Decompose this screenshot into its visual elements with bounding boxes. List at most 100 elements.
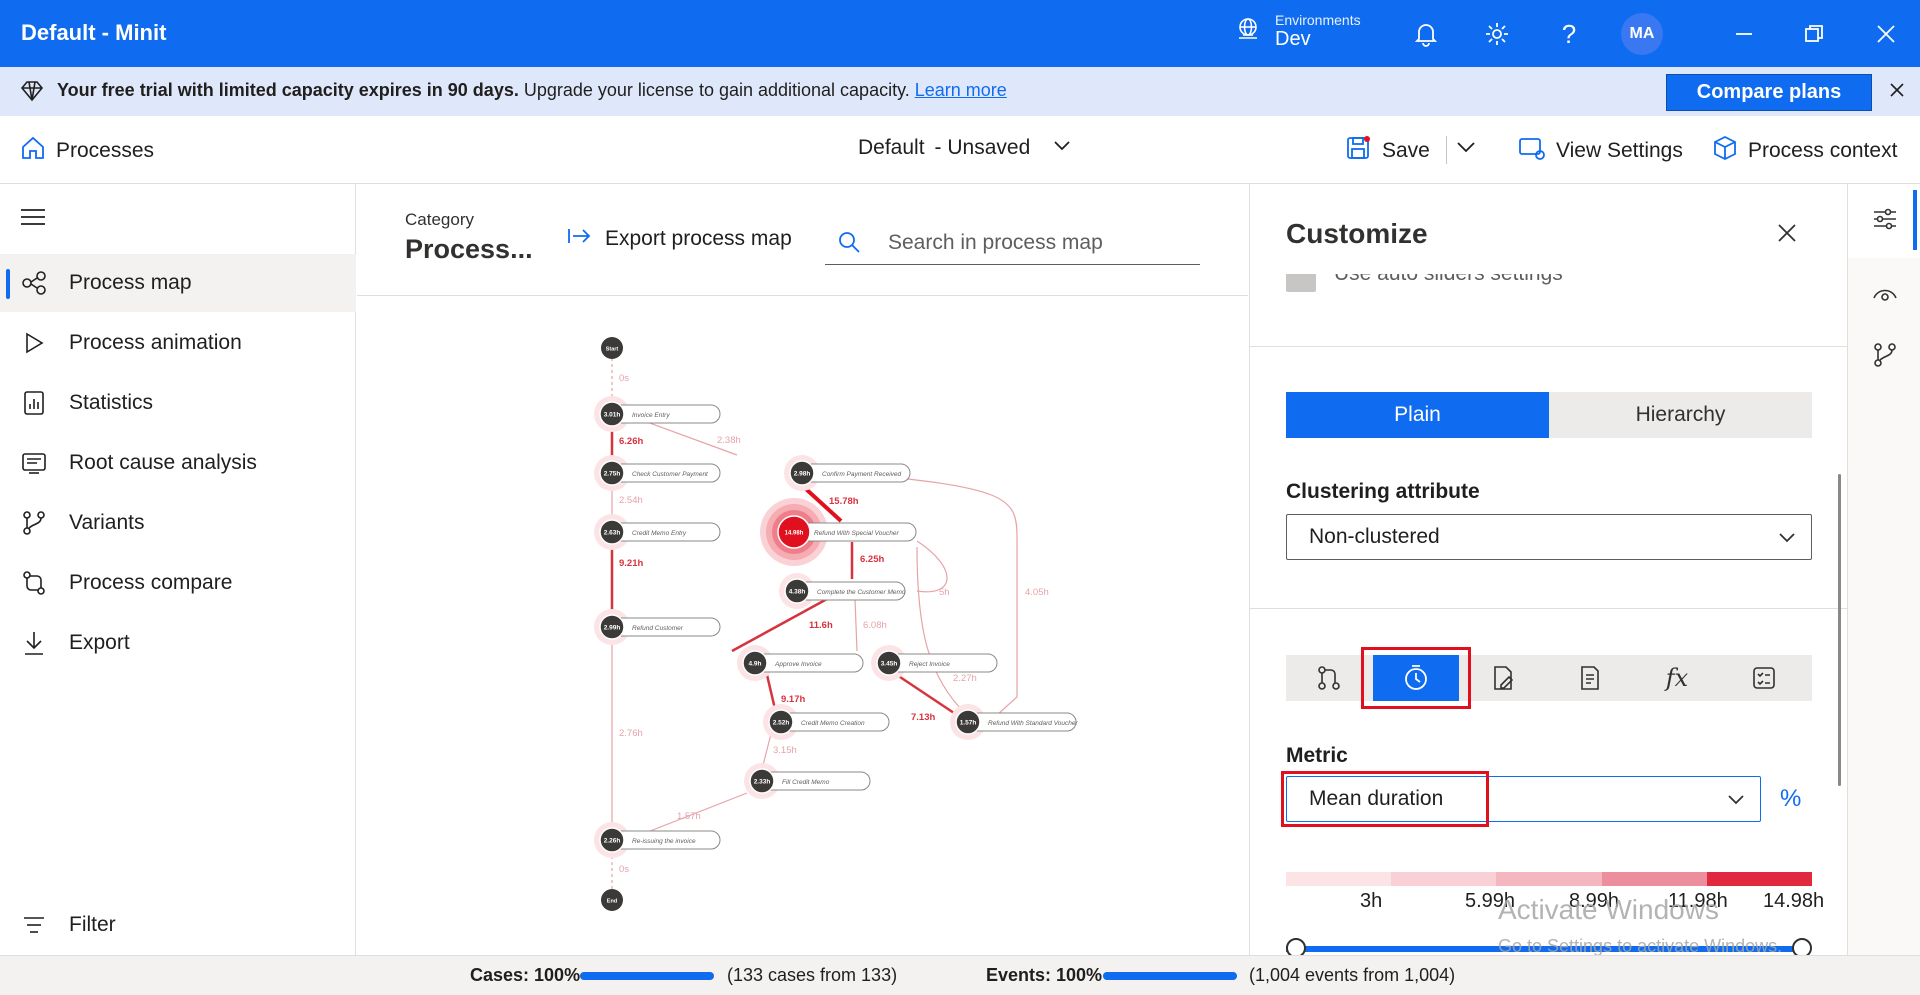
filter-button[interactable]: Filter — [0, 896, 356, 954]
compare-plans-button[interactable]: Compare plans — [1666, 74, 1872, 111]
category-label: Category — [405, 210, 474, 229]
sidebar-item-label: Process animation — [69, 331, 242, 354]
cases-label: Cases: 100% — [470, 965, 581, 985]
close-panel-icon[interactable] — [1776, 222, 1798, 249]
checklist-icon[interactable] — [1721, 655, 1807, 701]
sidebar-item-root-cause-analysis[interactable]: Root cause analysis — [0, 434, 356, 492]
edge-duration-label: 6.26h — [619, 436, 643, 447]
activity-duration-value: 2.63h — [604, 530, 621, 537]
highlight-box — [1361, 647, 1471, 709]
right-rail — [1847, 184, 1920, 955]
export-label: Export process map — [605, 227, 792, 250]
main-content: Category Process... Export process map S… — [357, 184, 1248, 955]
view-settings-button[interactable]: View Settings — [1518, 135, 1683, 167]
activity-duration-value: 3.45h — [881, 661, 898, 668]
variants-icon[interactable] — [1872, 342, 1898, 373]
search-icon — [837, 230, 861, 259]
active-indicator — [1913, 190, 1917, 250]
restore-icon[interactable] — [1798, 18, 1830, 50]
tab-plain[interactable]: Plain — [1286, 392, 1549, 438]
search-field[interactable]: Search in process map — [825, 222, 1200, 265]
close-window-icon[interactable] — [1870, 18, 1902, 50]
process-map[interactable]: 0s 6.26h 2.38h 2.54h 15.78h 9.21h 6.25h 5h 4.05h… — [357, 297, 1248, 955]
sidebar-item-label: Export — [69, 631, 130, 654]
export-process-map-button[interactable]: Export process map — [567, 226, 792, 252]
activity-label: Refund With Special Voucher — [814, 530, 899, 537]
tab-hierarchy[interactable]: Hierarchy — [1549, 392, 1812, 438]
sidebar-item-export[interactable]: Export — [0, 614, 356, 672]
auto-sliders-row: Use auto sliders settings — [1286, 274, 1806, 292]
highlight-box — [1281, 771, 1489, 827]
sidebar-item-statistics[interactable]: Statistics — [0, 374, 356, 432]
app-title: Default - Minit — [21, 20, 167, 45]
banner-message: Upgrade your license to gain additional … — [518, 80, 910, 100]
sidebar-item-process-map[interactable]: Process map — [0, 254, 356, 312]
activity-duration-value: 2.33h — [754, 779, 771, 786]
learn-more-link[interactable]: Learn more — [915, 80, 1007, 100]
environment-switcher[interactable]: Environments Dev — [1235, 12, 1361, 50]
eye-icon[interactable] — [1872, 284, 1898, 309]
events-label: Events: 100% — [986, 965, 1103, 985]
clustering-label: Clustering attribute — [1286, 480, 1480, 503]
activity-label: Reject Invoice — [909, 661, 950, 668]
activity-label: Complete the Customer Memo — [817, 589, 906, 596]
events-detail: (1,004 events from 1,004) — [1249, 965, 1456, 985]
root-cause-icon — [20, 449, 48, 477]
statistics-icon — [20, 389, 48, 417]
download-icon — [20, 629, 48, 657]
processes-link[interactable]: Processes — [20, 135, 154, 167]
title-bar: Default - Minit Environments Dev ? MA — [0, 0, 1920, 67]
customize-panel: Customize Use auto sliders settings Plai… — [1249, 184, 1847, 958]
auto-sliders-checkbox[interactable] — [1286, 274, 1316, 292]
frequency-icon[interactable] — [1286, 655, 1372, 701]
help-icon[interactable]: ? — [1553, 18, 1585, 50]
panel-scrollbar[interactable] — [1838, 474, 1841, 786]
document-icon[interactable] — [1547, 655, 1633, 701]
process-map-canvas[interactable]: 0s 6.26h 2.38h 2.54h 15.78h 9.21h 6.25h 5h 4.05h… — [357, 297, 1248, 955]
gear-icon[interactable] — [1481, 18, 1513, 50]
edge-duration-label: 9.21h — [619, 558, 643, 569]
legend-color-segment — [1286, 872, 1392, 886]
legend-tick-label: 3h — [1360, 890, 1383, 912]
sidebar-item-variants[interactable]: Variants — [0, 494, 356, 552]
edge-duration-label: 9.17h — [781, 694, 805, 705]
rail-item-customize[interactable] — [1848, 184, 1920, 258]
edge-duration-label: 1.57h — [677, 811, 701, 822]
panel-title: Customize — [1286, 218, 1428, 249]
cases-progress — [580, 972, 714, 980]
percent-toggle[interactable]: % — [1780, 785, 1801, 813]
edge-duration-label: 2.27h — [953, 673, 977, 684]
activity-duration-value: 2.99h — [604, 625, 621, 632]
chevron-down-icon — [1777, 527, 1797, 553]
activity-label: Check Customer Payment — [632, 471, 709, 478]
legend-color-segment — [1391, 872, 1497, 886]
clustering-dropdown[interactable]: Non-clustered — [1286, 514, 1812, 560]
formula-icon[interactable]: fx — [1634, 655, 1720, 701]
bell-icon[interactable] — [1410, 18, 1442, 50]
sliders-icon — [1872, 206, 1898, 237]
sidebar-item-label: Process compare — [69, 571, 233, 594]
cases-progress-fill — [580, 972, 714, 980]
activity-label: Approve Invoice — [774, 661, 822, 668]
view-status: - Unsaved — [934, 136, 1031, 159]
process-map-edge — [765, 674, 777, 710]
main-header: Category Process... Export process map S… — [357, 184, 1248, 296]
edge-duration-label: 2.38h — [717, 435, 741, 446]
sidebar-item-process-animation[interactable]: Process animation — [0, 314, 356, 372]
save-button[interactable]: Save — [1346, 135, 1430, 167]
compare-icon — [20, 569, 48, 597]
minimize-icon[interactable] — [1728, 18, 1760, 50]
command-bar: Processes Default - Unsaved Save View Se… — [0, 116, 1920, 184]
view-settings-icon — [1518, 135, 1546, 167]
close-banner-icon[interactable] — [1888, 81, 1906, 104]
avatar[interactable]: MA — [1621, 13, 1663, 55]
sidebar-item-process-compare[interactable]: Process compare — [0, 554, 356, 612]
legend-color-segment — [1496, 872, 1602, 886]
edit-icon[interactable] — [1460, 655, 1546, 701]
category-value[interactable]: Process... — [405, 234, 533, 265]
process-context-button[interactable]: Process context — [1712, 135, 1897, 167]
hamburger-icon[interactable] — [20, 207, 46, 232]
save-options-button[interactable] — [1455, 135, 1477, 163]
view-selector[interactable]: Default - Unsaved — [858, 135, 1072, 161]
processes-label: Processes — [56, 139, 155, 162]
